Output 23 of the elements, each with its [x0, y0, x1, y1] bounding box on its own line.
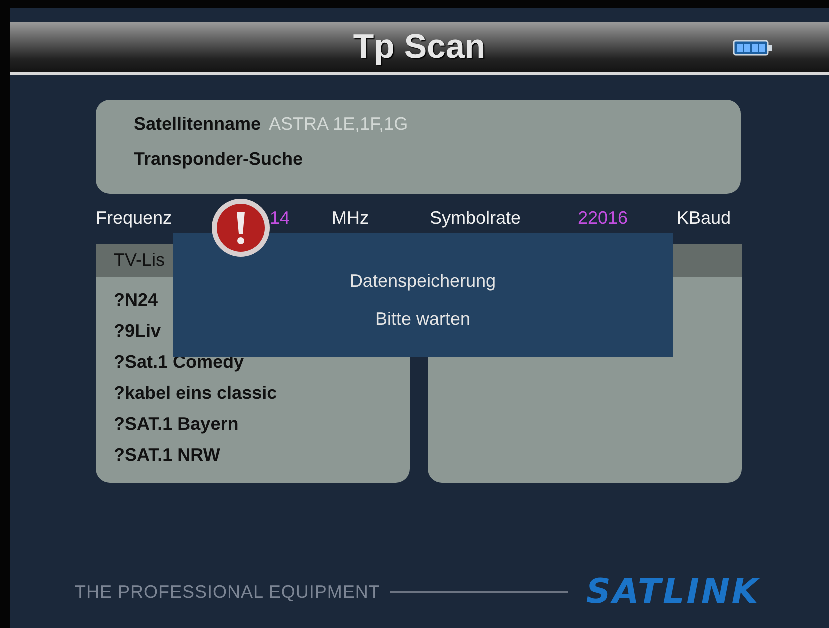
dialog-message: Datenspeicherung [350, 271, 496, 292]
brand-logo: SATLINK [586, 572, 760, 612]
param-unit: KBaud [677, 208, 732, 228]
channel-item[interactable]: ?kabel eins classic [114, 382, 278, 404]
battery-icon [733, 40, 773, 56]
warning-icon [211, 198, 271, 258]
screen-title: Tp Scan [353, 28, 486, 66]
scan-mode: Transponder-Suche [134, 149, 304, 170]
param-label: Symbolrate [430, 208, 522, 228]
channel-item[interactable]: ?N24 [114, 289, 158, 311]
satellite-value: ASTRA 1E,1F,1G [269, 114, 408, 135]
param-value: 14 [270, 208, 290, 228]
channel-item[interactable]: ?SAT.1 NRW [114, 444, 220, 466]
channel-item[interactable]: ?SAT.1 Bayern [114, 413, 239, 435]
slogan: THE PROFESSIONAL EQUIPMENT [75, 582, 380, 602]
channel-item[interactable]: ?9Liv [114, 320, 162, 342]
param-unit: MHz [332, 208, 369, 228]
satellite-label: Satellitenname [134, 114, 262, 135]
param-value: 22016 [578, 208, 628, 228]
dialog-message: Bitte warten [375, 309, 471, 330]
list-title: TV-Lis [114, 250, 166, 271]
param-label: Frequenz [96, 208, 172, 228]
channel-item[interactable]: ?Sat.1 Comedy [114, 351, 244, 373]
